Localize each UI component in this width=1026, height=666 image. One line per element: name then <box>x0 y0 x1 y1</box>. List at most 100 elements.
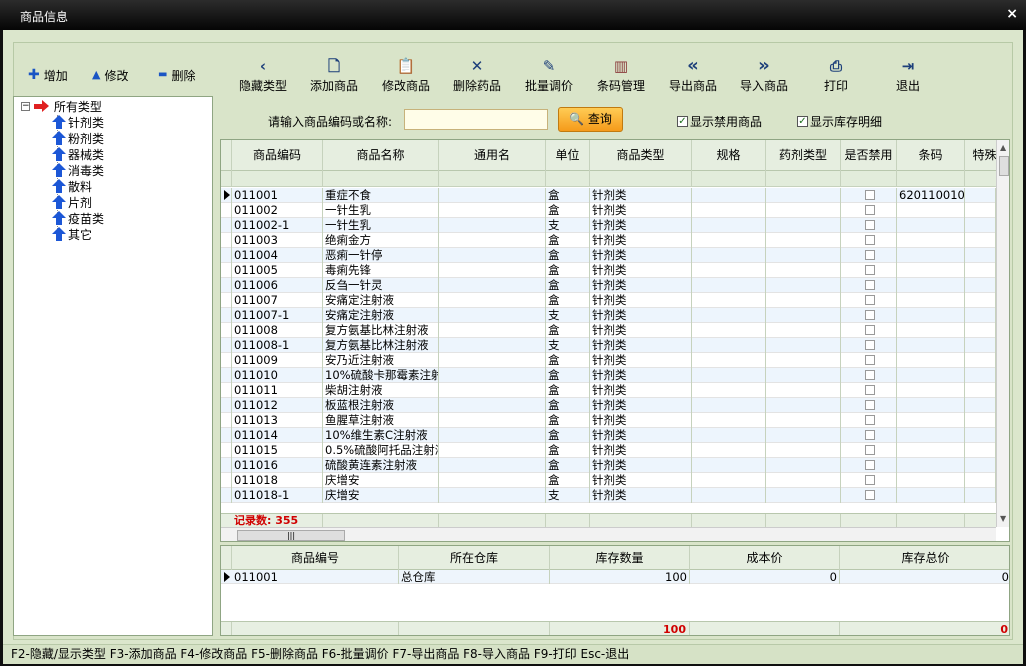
table-row[interactable]: 011011 柴胡注射液 盒针剂类 <box>221 383 996 398</box>
barcode-button[interactable]: ▥ 条码管理 <box>589 58 653 93</box>
stock-col-total[interactable]: 库存总价 <box>840 546 1009 570</box>
show-stock-checkbox[interactable]: ✓ 显示库存明细 <box>797 113 882 130</box>
collapse-icon[interactable]: − <box>21 102 30 111</box>
disabled-checkbox[interactable] <box>864 325 875 335</box>
table-row[interactable]: 011016 硫酸黄连素注射液 盒针剂类 <box>221 458 996 473</box>
tree-item-疫苗类[interactable]: 疫苗类 <box>52 211 104 227</box>
stock-col-cost[interactable]: 成本价 <box>690 546 840 570</box>
table-row[interactable]: 011012 板蓝根注射液 盒针剂类 <box>221 398 996 413</box>
cell-disabled <box>841 473 897 488</box>
col-header-name[interactable]: 商品名称 <box>323 140 439 171</box>
cell-empty <box>439 368 546 383</box>
disabled-checkbox[interactable] <box>864 265 875 275</box>
batch-price-button[interactable]: ✎ 批量调价 <box>517 58 581 93</box>
table-row[interactable]: 011002 一针生乳 盒针剂类 <box>221 203 996 218</box>
tree-item-其它[interactable]: 其它 <box>52 227 92 243</box>
table-row[interactable]: 011009 安乃近注射液 盒针剂类 <box>221 353 996 368</box>
table-row[interactable]: 011018-1 庆增安 支针剂类 <box>221 488 996 503</box>
category-tree[interactable]: − 所有类型 针剂类 粉剂类 器械类 消毒类 散料 片剂 疫苗类 其它 <box>13 96 213 636</box>
scroll-thumb[interactable] <box>999 156 1009 176</box>
cell-code: 011002 <box>232 203 323 218</box>
table-row[interactable]: 011002-1 一针生乳 支针剂类 <box>221 218 996 233</box>
print-button[interactable]: ⎙ 打印 <box>804 58 868 93</box>
scroll-up-icon[interactable]: ▲ <box>1000 143 1006 152</box>
table-row[interactable]: 011018 庆增安 盒针剂类 <box>221 473 996 488</box>
disabled-checkbox[interactable] <box>864 205 875 215</box>
table-row[interactable]: 011004 恶痢一针停 盒针剂类 <box>221 248 996 263</box>
stock-col-code[interactable]: 商品编号 <box>232 546 399 570</box>
scroll-thumb[interactable]: ||| <box>237 530 345 541</box>
search-button[interactable]: 🔍 查询 <box>558 107 623 132</box>
export-button[interactable]: « 导出商品 <box>661 57 725 94</box>
table-row[interactable]: 011015 0.5%硫酸阿托品注射液 盒针剂类 <box>221 443 996 458</box>
table-row[interactable]: 011008 复方氨基比林注射液 盒针剂类 <box>221 323 996 338</box>
disabled-checkbox[interactable] <box>864 370 875 380</box>
show-disabled-checkbox[interactable]: ✓ 显示禁用商品 <box>677 113 762 130</box>
col-header-generic[interactable]: 通用名 <box>439 140 546 171</box>
disabled-checkbox[interactable] <box>864 340 875 350</box>
product-grid[interactable]: 商品编码 商品名称 通用名 单位 商品类型 规格 药剂类型 是否禁用 条码 特殊… <box>220 139 1010 542</box>
col-header-disabled[interactable]: 是否禁用 <box>841 140 897 171</box>
filter-row[interactable] <box>221 171 996 187</box>
disabled-checkbox[interactable] <box>864 430 875 440</box>
col-header-type[interactable]: 商品类型 <box>590 140 692 171</box>
disabled-checkbox[interactable] <box>864 400 875 410</box>
disabled-checkbox[interactable] <box>864 190 875 200</box>
delete-category-button[interactable]: ▬ 删除 <box>158 67 195 83</box>
stock-row[interactable]: 011001 总仓库 100 0 0 <box>221 570 1009 584</box>
cell-empty <box>692 308 766 323</box>
table-row[interactable]: 011013 鱼腥草注射液 盒针剂类 <box>221 413 996 428</box>
table-row[interactable]: 011003 绝痢金方 盒针剂类 <box>221 233 996 248</box>
import-button[interactable]: » 导入商品 <box>732 57 796 94</box>
table-row[interactable]: 011008-1 复方氨基比林注射液 支针剂类 <box>221 338 996 353</box>
col-header-dosage[interactable]: 药剂类型 <box>766 140 841 171</box>
tree-item-片剂[interactable]: 片剂 <box>52 195 92 211</box>
delete-product-button[interactable]: ✕ 删除药品 <box>445 58 509 93</box>
close-icon[interactable]: × <box>1006 6 1018 22</box>
disabled-checkbox[interactable] <box>864 460 875 470</box>
scroll-down-icon[interactable]: ▼ <box>1000 514 1006 523</box>
table-row[interactable]: 011014 10%维生素C注射液 盒针剂类 <box>221 428 996 443</box>
tree-item-散料[interactable]: 散料 <box>52 179 92 195</box>
disabled-checkbox[interactable] <box>864 310 875 320</box>
table-row[interactable]: 011006 反刍一针灵 盒针剂类 <box>221 278 996 293</box>
table-row[interactable]: 011005 毒痢先锋 盒针剂类 <box>221 263 996 278</box>
col-header-unit[interactable]: 单位 <box>546 140 590 171</box>
disabled-checkbox[interactable] <box>864 445 875 455</box>
disabled-checkbox[interactable] <box>864 235 875 245</box>
disabled-checkbox[interactable] <box>864 490 875 500</box>
search-input[interactable] <box>404 109 548 130</box>
add-product-button[interactable]: 🗋 添加商品 <box>302 58 366 93</box>
stock-col-warehouse[interactable]: 所在仓库 <box>399 546 550 570</box>
disabled-checkbox[interactable] <box>864 355 875 365</box>
add-category-button[interactable]: ✚ 增加 <box>28 67 68 83</box>
stock-grid[interactable]: 商品编号 所在仓库 库存数量 成本价 库存总价 011001 总仓库 100 0… <box>220 545 1010 636</box>
disabled-checkbox[interactable] <box>864 250 875 260</box>
tree-item-器械类[interactable]: 器械类 <box>52 147 104 163</box>
table-row[interactable]: 011007-1 安痛定注射液 支针剂类 <box>221 308 996 323</box>
disabled-checkbox[interactable] <box>864 475 875 485</box>
table-row[interactable]: 011001重症不食 盒针剂类 62011001000 <box>221 188 996 203</box>
col-header-code[interactable]: 商品编码 <box>232 140 323 171</box>
col-header-spec[interactable]: 规格 <box>692 140 766 171</box>
horizontal-scrollbar[interactable]: ||| <box>221 527 996 541</box>
col-header-barcode[interactable]: 条码 <box>897 140 965 171</box>
edit-product-button[interactable]: 📋 修改商品 <box>374 58 438 93</box>
tree-item-针剂类[interactable]: 针剂类 <box>52 115 104 131</box>
table-row[interactable]: 011007 安痛定注射液 盒针剂类 <box>221 293 996 308</box>
tree-root[interactable]: 所有类型 <box>34 99 102 115</box>
stock-col-qty[interactable]: 库存数量 <box>550 546 690 570</box>
hide-type-button[interactable]: ‹ 隐藏类型 <box>231 58 295 93</box>
disabled-checkbox[interactable] <box>864 280 875 290</box>
edit-category-button[interactable]: ▲ 修改 <box>92 67 128 83</box>
disabled-checkbox[interactable] <box>864 220 875 230</box>
table-row[interactable]: 011010 10%硫酸卡那霉素注射 盒针剂类 <box>221 368 996 383</box>
disabled-checkbox[interactable] <box>864 415 875 425</box>
cell-empty <box>692 443 766 458</box>
tree-item-消毒类[interactable]: 消毒类 <box>52 163 104 179</box>
exit-button[interactable]: ⇥ 退出 <box>876 58 940 93</box>
disabled-checkbox[interactable] <box>864 295 875 305</box>
disabled-checkbox[interactable] <box>864 385 875 395</box>
tree-item-粉剂类[interactable]: 粉剂类 <box>52 131 104 147</box>
vertical-scrollbar[interactable]: ▲ ▼ <box>996 140 1009 527</box>
